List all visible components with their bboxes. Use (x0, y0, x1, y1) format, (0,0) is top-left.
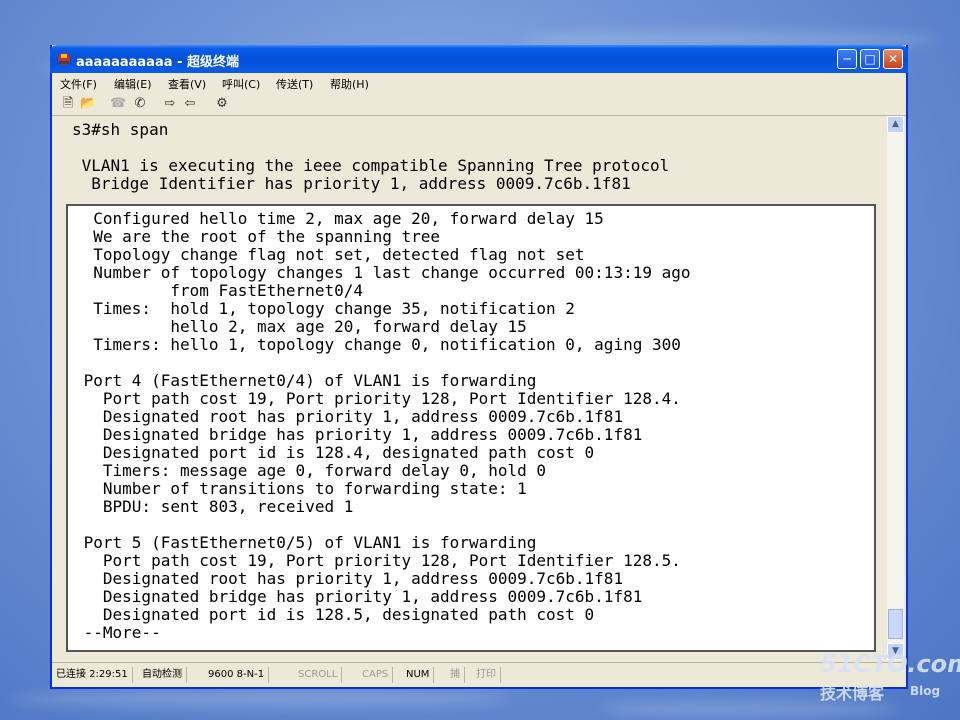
close-button[interactable]: ✕ (883, 49, 903, 69)
scroll-thumb[interactable] (888, 609, 903, 639)
maximize-icon: □ (864, 52, 876, 66)
menu-transfer[interactable]: 传送(T) (276, 76, 313, 92)
capture-indicator: 捕 (450, 667, 465, 683)
new-icon[interactable]: 🗎 (60, 96, 76, 112)
menu-edit[interactable]: 编辑(E) (114, 76, 152, 92)
properties-icon[interactable]: ⚙ (214, 96, 230, 112)
terminal-line: Designated root has priority 1, address … (74, 569, 624, 588)
menu-help[interactable]: 帮助(H) (330, 76, 369, 92)
terminal-line: BPDU: sent 803, received 1 (74, 497, 354, 516)
terminal-line: Times: hold 1, topology change 35, notif… (74, 299, 575, 318)
num-lock-indicator: NUM (406, 667, 435, 683)
watermark-sub: 技术博客 (820, 684, 885, 703)
terminal-line: hello 2, max age 20, forward delay 15 (74, 317, 527, 336)
send-icon[interactable]: ⇨ (162, 96, 178, 112)
menu-bar: 文件(F) 编辑(E) 查看(V) 呼叫(C) 传送(T) 帮助(H) (52, 73, 906, 93)
toolbar: 🗎 📂 ☎ ✆ ⇨ ⇦ ⚙ (52, 93, 906, 116)
caps-lock-indicator: CAPS (362, 667, 394, 683)
terminal-line: Designated bridge has priority 1, addres… (74, 425, 643, 444)
up-arrow-icon: ▲ (892, 119, 899, 129)
hyperterminal-app-icon[interactable] (56, 51, 72, 67)
menu-file[interactable]: 文件(F) (60, 76, 97, 92)
terminal-screen[interactable]: s3#sh span VLAN1 is executing the ieee c… (54, 116, 887, 660)
terminal-line: Number of transitions to forwarding stat… (74, 479, 527, 498)
print-indicator: 打印 (476, 667, 501, 683)
vertical-scrollbar[interactable]: ▲ ▼ (887, 116, 904, 660)
disconnect-icon[interactable]: ☎ (110, 96, 126, 112)
hyperterminal-window: aaaaaaaaaaa - 超级终端 ─ □ ✕ 文件(F) 编辑(E) 查看(… (50, 45, 908, 689)
terminal-line: Timers: message age 0, forward delay 0, … (74, 461, 547, 480)
terminal-line: VLAN1 is executing the ieee compatible S… (72, 156, 670, 175)
terminal-line: Topology change flag not set, detected f… (74, 245, 585, 264)
terminal-line: Port path cost 19, Port priority 128, Po… (74, 551, 681, 570)
menu-view[interactable]: 查看(V) (168, 76, 206, 92)
terminal-line: from FastEthernet0/4 (74, 281, 363, 300)
terminal-line: Port 4 (FastEthernet0/4) of VLAN1 is for… (74, 371, 537, 390)
detect-mode: 自动检测 (142, 667, 187, 683)
maximize-button[interactable]: □ (860, 49, 880, 69)
menu-call[interactable]: 呼叫(C) (222, 76, 260, 92)
terminal-line: We are the root of the spanning tree (74, 227, 441, 246)
terminal-line: s3#sh span (72, 120, 169, 139)
receive-icon[interactable]: ⇦ (182, 96, 198, 112)
watermark-logo: 51CTO.com 技术博客 Blog (820, 650, 960, 703)
scroll-lock-indicator: SCROLL (298, 667, 343, 683)
terminal-line: Designated port id is 128.4, designated … (74, 443, 595, 462)
dial-icon[interactable]: ✆ (132, 96, 148, 112)
port-settings: 9600 8-N-1 (208, 667, 270, 683)
terminal-line: Timers: hello 1, topology change 0, noti… (74, 335, 681, 354)
terminal-line: Designated root has priority 1, address … (74, 407, 624, 426)
window-title: aaaaaaaaaaa - 超级终端 (76, 55, 239, 70)
terminal-line: Designated bridge has priority 1, addres… (74, 587, 643, 606)
connection-time: 已连接 2:29:51 (56, 667, 133, 683)
terminal-line: Port 5 (FastEthernet0/5) of VLAN1 is for… (74, 533, 537, 552)
title-bar[interactable]: aaaaaaaaaaa - 超级终端 ─ □ ✕ (50, 45, 908, 73)
open-icon[interactable]: 📂 (80, 96, 96, 112)
terminal-line: Designated port id is 128.5, designated … (74, 605, 595, 624)
watermark-main: 51CTO.com (820, 650, 960, 678)
terminal-line: Port path cost 19, Port priority 128, Po… (74, 389, 681, 408)
status-bar: 已连接 2:29:51 自动检测 9600 8-N-1 SCROLL CAPS … (52, 662, 906, 687)
minimize-button[interactable]: ─ (837, 49, 857, 69)
close-icon: ✕ (887, 52, 899, 66)
watermark-blog: Blog (910, 684, 941, 698)
terminal-output-panel: Configured hello time 2, max age 20, for… (66, 204, 876, 652)
terminal-line: Bridge Identifier has priority 1, addres… (72, 174, 631, 193)
scroll-up-button[interactable]: ▲ (887, 116, 904, 133)
minimize-icon: ─ (843, 52, 851, 66)
terminal-line: --More-- (74, 623, 161, 642)
terminal-line: Configured hello time 2, max age 20, for… (74, 209, 604, 228)
terminal-line: Number of topology changes 1 last change… (74, 263, 691, 282)
